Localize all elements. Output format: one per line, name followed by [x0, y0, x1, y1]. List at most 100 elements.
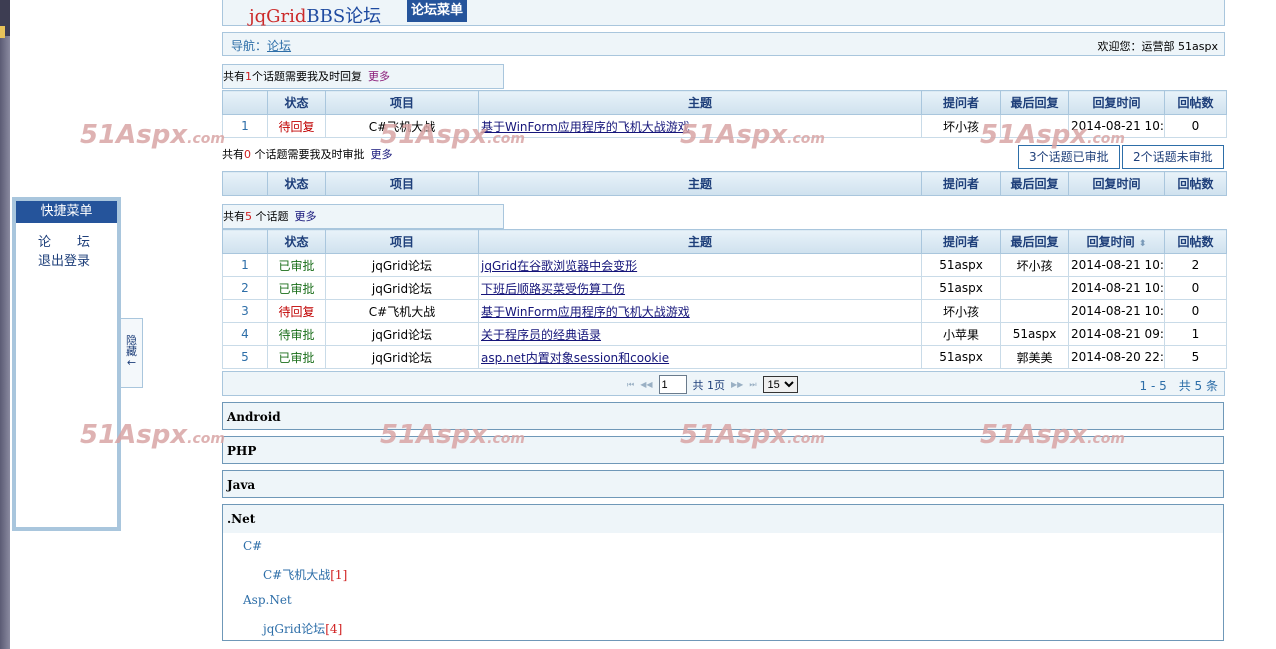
table-row[interactable]: 5 已审批 jqGrid论坛 asp.net内置对象session和cookie…: [222, 345, 1227, 369]
col-header-reply-time[interactable]: 回复时间 ⬍: [1068, 229, 1165, 254]
prev-page-icon[interactable]: ◀◀: [640, 380, 652, 389]
review-table: 状态 项目 主题 提问者 最后回复 回复时间 回帖数: [222, 171, 1227, 196]
col-header-asker[interactable]: 提问者: [921, 229, 1001, 254]
col-header-reply-time[interactable]: 回复时间: [1068, 90, 1165, 115]
breadcrumb-label: 导航：: [231, 39, 268, 53]
pending-review-suffix: 个话题需要我及时审批: [251, 148, 365, 161]
category-net-title[interactable]: .Net: [223, 505, 1223, 533]
record-range: 1 - 5 共 5 条: [1139, 379, 1219, 393]
pending-review-count: 0: [244, 148, 251, 161]
all-topics-more-link[interactable]: 更多: [295, 210, 317, 223]
col-header-last-reply[interactable]: 最后回复: [1000, 90, 1069, 115]
table-row[interactable]: 3 待回复 C#飞机大战 基于WinForm应用程序的飞机大战游戏 坏小孩 20…: [222, 299, 1227, 323]
topic-link[interactable]: jqGrid在谷歌浏览器中会变形: [481, 259, 637, 273]
cell-asker: 51aspx: [921, 253, 1001, 277]
tree-node-count: [1]: [330, 568, 348, 582]
page-size-select[interactable]: 15: [762, 376, 798, 393]
pending-review-more-link[interactable]: 更多: [371, 148, 393, 161]
pager: ⏮ ◀◀ 共 1页 ▶▶ ⏭ 15 1 - 5 共 5 条: [222, 371, 1225, 396]
cell-last-reply: 坏小孩: [1000, 253, 1069, 277]
cell-reply-time: 2014-08-21 10:: [1068, 253, 1165, 277]
first-page-icon[interactable]: ⏮: [627, 380, 634, 390]
col-header-subject[interactable]: 主题: [478, 90, 922, 115]
topic-link[interactable]: 关于程序员的经典语录: [481, 328, 601, 342]
col-header-status[interactable]: 状态: [267, 90, 326, 115]
cell-status: 已审批: [267, 276, 326, 300]
tree-node-jqgrid-forum[interactable]: jqGrid论坛[4]: [263, 620, 342, 637]
hide-menu-tab[interactable]: 隐藏 ←: [121, 318, 143, 388]
topic-link[interactable]: 下班后顺路买菜受伤算工伤: [481, 282, 625, 296]
left-window-strip: [0, 0, 10, 649]
page-number-input[interactable]: [658, 375, 687, 394]
cell-last-reply: 51aspx: [1000, 322, 1069, 346]
col-header-reply-time[interactable]: 回复时间: [1068, 171, 1165, 196]
col-header-project[interactable]: 项目: [325, 90, 479, 115]
tree-node-csharp[interactable]: C#: [243, 539, 262, 553]
next-page-icon[interactable]: ▶▶: [731, 380, 743, 389]
all-topics-suffix: 个话题: [252, 210, 289, 223]
col-header-status[interactable]: 状态: [267, 171, 326, 196]
cell-last-reply: 郭美美: [1000, 345, 1069, 369]
col-header-project[interactable]: 项目: [325, 171, 479, 196]
last-page-icon[interactable]: ⏭: [749, 380, 756, 390]
col-header-reply-count[interactable]: 回帖数: [1164, 229, 1227, 254]
cell-status: 待回复: [267, 114, 326, 138]
col-header-subject[interactable]: 主题: [478, 171, 922, 196]
col-header-status[interactable]: 状态: [267, 229, 326, 254]
breadcrumb-link-forum[interactable]: 论坛: [267, 39, 291, 53]
cell-asker: 坏小孩: [921, 299, 1001, 323]
tree-node-label: jqGrid论坛: [263, 622, 326, 636]
site-logo[interactable]: jqGridBBS论坛: [249, 2, 381, 28]
total-pages-label: 共 1页: [692, 378, 726, 392]
sort-desc-icon: ⬍: [1138, 239, 1147, 249]
cell-reply-count: 0: [1164, 299, 1227, 323]
topic-link[interactable]: 基于WinForm应用程序的飞机大战游戏: [481, 305, 690, 319]
topic-link[interactable]: 基于WinForm应用程序的飞机大战游戏: [481, 120, 690, 134]
table-row[interactable]: 1 已审批 jqGrid论坛 jqGrid在谷歌浏览器中会变形 51aspx 坏…: [222, 253, 1227, 277]
forum-menu-button[interactable]: 论坛菜单: [407, 0, 468, 22]
logo-part2: BBS论坛: [306, 6, 382, 27]
cell-project: jqGrid论坛: [325, 322, 479, 346]
category-php[interactable]: PHP: [222, 436, 1224, 464]
col-header-last-reply[interactable]: 最后回复: [1000, 171, 1069, 196]
col-header-asker[interactable]: 提问者: [921, 90, 1001, 115]
topic-link[interactable]: asp.net内置对象session和cookie: [481, 351, 669, 365]
approved-topics-button[interactable]: 3个话题已审批: [1018, 145, 1120, 169]
quick-menu-item-logout[interactable]: 退出登录: [38, 250, 90, 269]
col-header-last-reply[interactable]: 最后回复: [1000, 229, 1069, 254]
cell-asker: 坏小孩: [921, 114, 1001, 138]
cell-asker: 51aspx: [921, 276, 1001, 300]
hide-menu-label: 隐藏 ←: [126, 334, 137, 369]
table-row[interactable]: 1 待回复 C#飞机大战 基于WinForm应用程序的飞机大战游戏 坏小孩 20…: [222, 114, 1227, 138]
pending-reply-count: 1: [245, 70, 252, 83]
col-header-subject[interactable]: 主题: [478, 229, 922, 254]
unapproved-topics-button[interactable]: 2个话题未审批: [1122, 145, 1224, 169]
cell-status: 已审批: [267, 345, 326, 369]
tree-node-csharp-plane-war[interactable]: C#飞机大战[1]: [263, 566, 347, 583]
cell-index: 1: [222, 253, 268, 277]
cell-asker: 小苹果: [921, 322, 1001, 346]
table-row[interactable]: 4 待审批 jqGrid论坛 关于程序员的经典语录 小苹果 51aspx 201…: [222, 322, 1227, 346]
pending-reply-more-link[interactable]: 更多: [368, 70, 390, 83]
category-android[interactable]: Android: [222, 402, 1224, 430]
pending-reply-suffix: 个话题需要我及时回复: [252, 70, 362, 83]
col-header-project[interactable]: 项目: [325, 229, 479, 254]
cell-reply-count: 5: [1164, 345, 1227, 369]
logo-part1: jqGrid: [249, 6, 307, 27]
col-header-asker[interactable]: 提问者: [921, 171, 1001, 196]
category-java[interactable]: Java: [222, 470, 1224, 498]
cell-status: 已审批: [267, 253, 326, 277]
cell-reply-time: 2014-08-20 22:: [1068, 345, 1165, 369]
pending-reply-prefix: 共有: [223, 70, 245, 83]
col-header-reply-count[interactable]: 回帖数: [1164, 171, 1227, 196]
breadcrumb: 导航：论坛 欢迎您：运营部 51aspx: [222, 32, 1225, 56]
col-header-reply-count[interactable]: 回帖数: [1164, 90, 1227, 115]
cell-reply-count: 0: [1164, 114, 1227, 138]
category-net-panel: .Net C# C#飞机大战[1] Asp.Net jqGrid论坛[4]: [222, 504, 1224, 641]
cell-status: 待审批: [267, 322, 326, 346]
quick-menu-item-forum[interactable]: 论 坛: [38, 231, 90, 250]
table-row[interactable]: 2 已审批 jqGrid论坛 下班后顺路买菜受伤算工伤 51aspx 2014-…: [222, 276, 1227, 300]
cell-index: 4: [222, 322, 268, 346]
tree-node-aspnet[interactable]: Asp.Net: [243, 593, 292, 607]
col-header-index: [222, 229, 268, 254]
